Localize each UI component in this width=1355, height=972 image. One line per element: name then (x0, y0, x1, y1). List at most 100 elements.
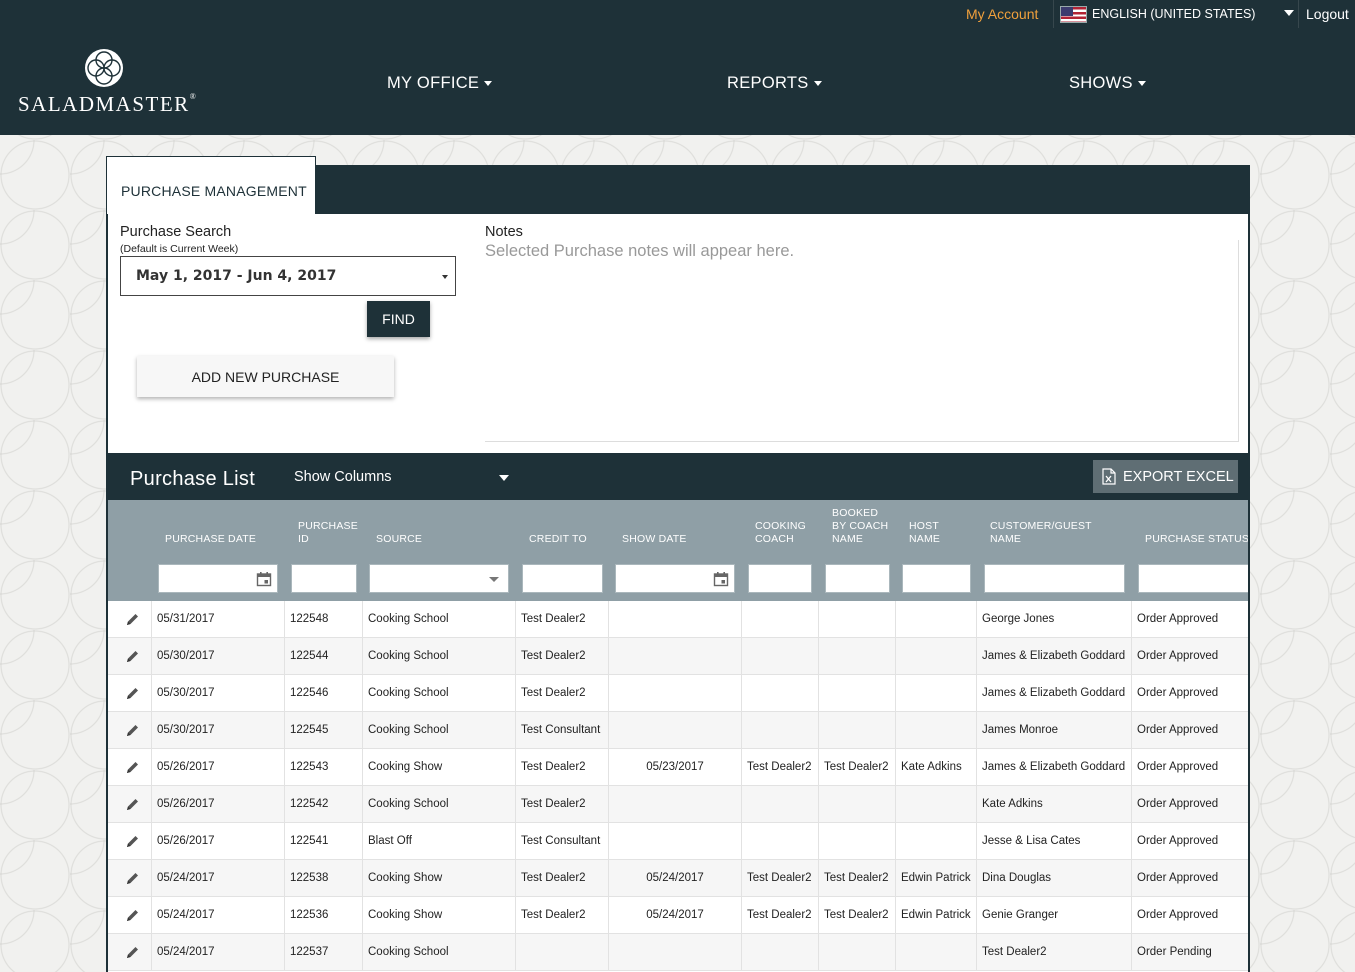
edit-cell (108, 860, 152, 897)
cell-purchase-status: Order Approved (1137, 835, 1219, 847)
pencil-icon[interactable] (125, 723, 140, 738)
table-row[interactable]: 05/31/2017 122548 Cooking School Test Deale… (108, 601, 1248, 638)
add-new-purchase-button[interactable]: ADD NEW PURCHASE (137, 356, 394, 397)
chevron-down-icon (484, 81, 493, 86)
cell-purchase-status: Order Approved (1137, 724, 1219, 736)
purchase-table-body: 05/31/2017 122548 Cooking School Test Deale… (108, 601, 1248, 972)
cell-host-name: Edwin Patrick (896, 897, 977, 934)
purchase-date-filter[interactable] (158, 564, 278, 593)
notes-placeholder: Selected Purchase notes will appear here… (485, 242, 795, 260)
booked-by-coach-filter[interactable] (825, 564, 890, 593)
cell-booked-by-coach (819, 675, 896, 712)
date-range-value: May 1, 2017 - Jun 4, 2017 (136, 268, 337, 284)
customer-name-filter[interactable] (984, 564, 1125, 593)
cell-cooking-coach (742, 601, 819, 638)
pencil-icon[interactable] (125, 760, 140, 775)
pencil-icon[interactable] (125, 797, 140, 812)
cell-cooking-coach (742, 638, 819, 675)
saladmaster-logo[interactable]: SALADMASTER® (18, 48, 203, 120)
table-row[interactable]: 05/26/2017 122542 Cooking School Test Deale… (108, 786, 1248, 823)
table-row[interactable]: 05/24/2017 122536 Cooking Show Test Dealer2… (108, 897, 1248, 934)
cell-source: Cooking School (363, 934, 516, 971)
chevron-down-icon[interactable] (499, 475, 509, 481)
purchase-list-bar (108, 453, 1248, 500)
cell-customer-name: James & Elizabeth Goddard (977, 749, 1132, 786)
calendar-icon[interactable] (256, 571, 272, 587)
grid-header: PURCHASE DATE PURCHASE ID SOURCE CREDIT … (108, 500, 1248, 601)
pencil-icon[interactable] (125, 834, 140, 849)
cooking-coach-filter[interactable] (748, 564, 812, 593)
chevron-down-icon[interactable] (489, 577, 499, 582)
purchase-list-title: Purchase List (130, 468, 256, 490)
cell-cooking-coach: Test Dealer2 (742, 749, 819, 786)
show-date-filter[interactable] (615, 564, 735, 593)
source-filter[interactable] (369, 564, 509, 593)
purchase-search-label: Purchase Search (120, 224, 232, 240)
column-header-booked-by-coach[interactable]: BOOKED BY COACH NAME (832, 500, 894, 546)
cell-customer-name: Genie Granger (977, 897, 1132, 934)
cell-purchase-date: 05/26/2017 (152, 786, 285, 823)
column-header-source[interactable]: SOURCE (376, 500, 422, 546)
cell-purchase-status: Order Approved (1137, 798, 1219, 810)
cell-purchase-status: Order Approved (1137, 872, 1219, 884)
table-row[interactable]: 05/26/2017 122541 Blast Off Test Consultant… (108, 823, 1248, 860)
column-header-cooking-coach[interactable]: COOKING COACH (755, 500, 815, 546)
cell-customer-name: Kate Adkins (977, 786, 1132, 823)
cell-show-date: 05/23/2017 (609, 749, 742, 786)
show-columns-dropdown[interactable]: Show Columns (294, 469, 392, 485)
column-header-show-date[interactable]: SHOW DATE (622, 500, 687, 546)
cell-credit-to: Test Consultant (516, 712, 609, 749)
cell-booked-by-coach (819, 823, 896, 860)
nav-shows[interactable]: SHOWS (1069, 74, 1146, 93)
column-header-purchase-status[interactable]: PURCHASE STATUS (1145, 500, 1248, 546)
column-header-customer-name[interactable]: CUSTOMER/GUEST NAME (990, 500, 1110, 546)
edit-cell (108, 897, 152, 934)
top-header: SALADMASTER® My Account ENGLISH (UNITED … (0, 0, 1355, 135)
column-header-purchase-date[interactable]: PURCHASE DATE (165, 500, 256, 546)
table-row[interactable]: 05/30/2017 122544 Cooking School Test Deale… (108, 638, 1248, 675)
cell-source: Cooking Show (363, 897, 516, 934)
nav-my-office[interactable]: MY OFFICE (387, 74, 493, 93)
host-name-filter[interactable] (902, 564, 971, 593)
edit-cell (108, 749, 152, 786)
logout-link[interactable]: Logout (1306, 0, 1349, 28)
column-header-credit-to[interactable]: CREDIT TO (529, 500, 587, 546)
cell-credit-to (516, 934, 609, 971)
pencil-icon[interactable] (125, 908, 140, 923)
purchase-id-filter[interactable] (291, 564, 357, 593)
language-label: ENGLISH (UNITED STATES) (1092, 7, 1256, 21)
column-header-host-name[interactable]: HOST NAME (909, 500, 959, 546)
chevron-down-icon (1284, 10, 1294, 16)
calendar-icon[interactable] (713, 571, 729, 587)
find-button[interactable]: FIND (367, 301, 430, 337)
cell-purchase-id: 122536 (285, 897, 363, 934)
purchase-status-filter[interactable] (1138, 564, 1248, 593)
credit-to-filter[interactable] (522, 564, 603, 593)
cell-purchase-id: 122545 (285, 712, 363, 749)
pencil-icon[interactable] (125, 686, 140, 701)
my-account-link[interactable]: My Account (966, 0, 1038, 28)
cell-credit-to: Test Consultant (516, 823, 609, 860)
table-row[interactable]: 05/24/2017 122537 Cooking School Test Deale… (108, 934, 1248, 971)
cell-booked-by-coach: Test Dealer2 (819, 897, 896, 934)
pencil-icon[interactable] (125, 612, 140, 627)
cell-customer-name: James Monroe (977, 712, 1132, 749)
table-row[interactable]: 05/30/2017 122545 Cooking School Test Consu… (108, 712, 1248, 749)
language-selector[interactable]: ENGLISH (UNITED STATES) (1053, 0, 1299, 28)
date-range-select[interactable]: May 1, 2017 - Jun 4, 2017 (120, 256, 456, 296)
table-row[interactable]: 05/26/2017 122543 Cooking Show Test Dealer2… (108, 749, 1248, 786)
cell-host-name (896, 786, 977, 823)
cell-customer-name: Jesse & Lisa Cates (977, 823, 1132, 860)
cell-host-name: Edwin Patrick (896, 860, 977, 897)
cell-host-name (896, 712, 977, 749)
cell-purchase-id: 122537 (285, 934, 363, 971)
tab-purchase-management[interactable]: PURCHASE MANAGEMENT (106, 156, 316, 214)
table-row[interactable]: 05/24/2017 122538 Cooking Show Test Dealer2… (108, 860, 1248, 897)
pencil-icon[interactable] (125, 871, 140, 886)
pencil-icon[interactable] (125, 945, 140, 960)
column-header-purchase-id[interactable]: PURCHASE ID (298, 500, 366, 546)
export-excel-button[interactable]: EXPORT EXCEL (1093, 460, 1238, 493)
pencil-icon[interactable] (125, 649, 140, 664)
table-row[interactable]: 05/30/2017 122546 Cooking School Test Deale… (108, 675, 1248, 712)
nav-reports[interactable]: REPORTS (727, 74, 822, 93)
